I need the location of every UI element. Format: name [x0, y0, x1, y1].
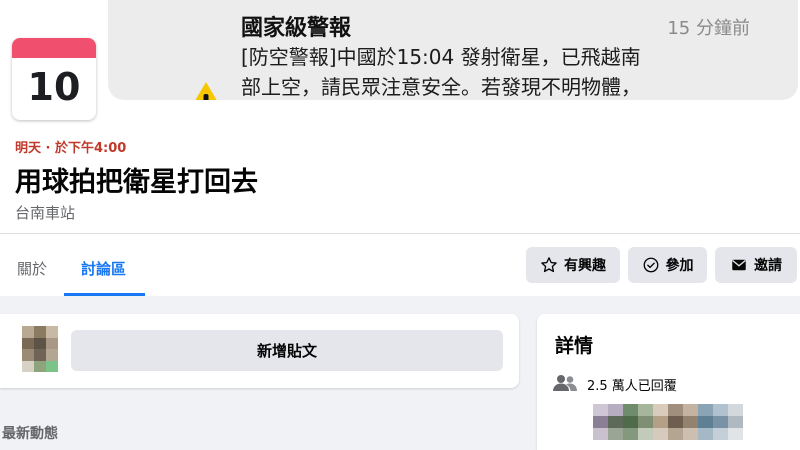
check-circle-icon	[643, 257, 658, 273]
tab-discussion[interactable]: 討論區	[81, 258, 126, 279]
event-datetime: 明天 · 於下午4:00	[15, 141, 127, 156]
going-button[interactable]: 參加	[628, 247, 707, 283]
interested-button[interactable]: 有興趣	[526, 247, 620, 283]
alert-time: 15 分鐘前	[667, 18, 750, 39]
warning-icon	[195, 82, 217, 100]
responder-avatars[interactable]	[593, 404, 743, 440]
calendar-header	[12, 38, 96, 58]
interested-label: 有興趣	[564, 258, 606, 274]
alert-message-line: 部上空，請民眾注意安全。若發現不明物體，	[241, 75, 641, 99]
event-location[interactable]: 台南車站	[15, 202, 75, 223]
emergency-alert-banner[interactable]: 國家級警報 15 分鐘前 [防空警報]中國於15:04 發射衛星，已飛越南 部上…	[108, 0, 798, 100]
people-icon	[553, 375, 577, 391]
going-label: 參加	[665, 258, 694, 274]
tab-about[interactable]: 關於	[17, 258, 47, 279]
alert-title: 國家級警報	[241, 16, 352, 41]
star-icon	[541, 257, 557, 273]
details-card: 詳情 2.5 萬人已回覆	[537, 314, 800, 450]
calendar-day: 10日	[27, 65, 81, 109]
envelope-icon	[732, 259, 746, 271]
responses-count[interactable]: 2.5 萬人已回覆	[587, 375, 677, 394]
event-title: 用球拍把衛星打回去	[15, 167, 258, 198]
composer-card: 新增貼文	[0, 314, 519, 388]
avatar[interactable]	[22, 326, 58, 372]
new-post-button[interactable]: 新增貼文	[71, 330, 503, 371]
divider	[0, 233, 800, 234]
alert-message-line: [防空警報]中國於15:04 發射衛星，已飛越南	[241, 45, 641, 69]
details-title: 詳情	[555, 335, 594, 357]
calendar-icon: 10日	[12, 38, 96, 120]
invite-button[interactable]: 邀請	[715, 247, 797, 283]
recent-activity-heading: 最新動態	[2, 426, 58, 442]
alert-message: [防空警報]中國於15:04 發射衛星，已飛越南 部上空，請民眾注意安全。若發現…	[241, 42, 761, 100]
invite-label: 邀請	[754, 258, 782, 274]
